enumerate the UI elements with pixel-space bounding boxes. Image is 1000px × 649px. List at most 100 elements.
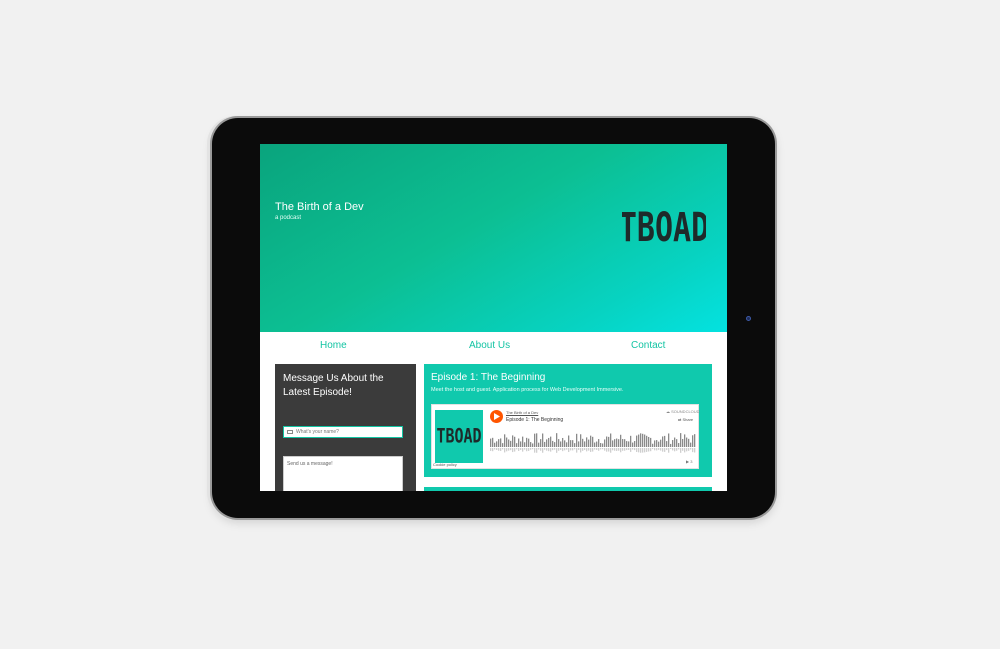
contact-form-panel: Message Us About the Latest Episode! Wha… (275, 364, 416, 491)
waveform-reflection (512, 448, 514, 453)
waveform-bar (526, 437, 528, 447)
waveform-bar (532, 443, 534, 447)
waveform-reflection (672, 448, 674, 451)
waveform-reflection (548, 448, 550, 452)
waveform-bar (560, 441, 562, 447)
cookie-policy-link[interactable]: Cookie policy (433, 462, 457, 467)
waveform-reflection (570, 448, 572, 451)
waveform-bar (558, 439, 560, 447)
waveform-bar (492, 437, 494, 447)
waveform-reflection (608, 448, 610, 452)
waveform-bar (588, 439, 590, 447)
waveform-reflection (580, 448, 582, 453)
waveform-bar (540, 439, 542, 447)
waveform-reflection (538, 448, 540, 450)
waveform-reflection (588, 448, 590, 451)
waveform-bar (564, 440, 566, 447)
waveform-reflection (634, 448, 636, 451)
waveform-bar (494, 442, 496, 447)
waveform-reflection (504, 448, 506, 453)
waveform-reflection (684, 448, 686, 453)
waveform-reflection (578, 448, 580, 450)
waveform-reflection (536, 448, 538, 453)
waveform-reflection (490, 448, 492, 451)
waveform-reflection (516, 448, 518, 450)
waveform-bar (626, 441, 628, 447)
play-icon (493, 413, 500, 420)
message-textarea[interactable]: Send us a message! (283, 456, 403, 491)
waveform-bar (586, 437, 588, 447)
waveform-bar (680, 433, 682, 447)
waveform-reflection (674, 448, 676, 452)
waveform-bar (666, 441, 668, 447)
waveform-reflection (646, 448, 648, 452)
waveform-reflection (670, 448, 672, 450)
waveform-bar (614, 439, 616, 447)
waveform-bar (490, 438, 492, 447)
waveform-reflection (576, 448, 578, 453)
waveform-bar (572, 440, 574, 447)
waveform-bar (646, 435, 648, 447)
waveform-bar (692, 435, 694, 447)
waveform-reflection (694, 448, 696, 453)
soundcloud-logo[interactable]: ☁ SOUNDCLOUD (666, 409, 700, 414)
nav-home[interactable]: Home (320, 340, 347, 351)
waveform-bar (556, 433, 558, 447)
waveform-reflection (542, 448, 544, 453)
player-artist-link[interactable]: The Birth of a Dev (506, 410, 538, 415)
waveform-reflection (592, 448, 594, 452)
waveform-reflection (690, 448, 692, 450)
name-input[interactable]: What's your name? (283, 426, 403, 438)
waveform-bar (522, 436, 524, 447)
waveform-reflection (640, 448, 642, 453)
waveform-bar (606, 436, 608, 447)
waveform-bar (636, 435, 638, 447)
waveform-bar (530, 442, 532, 447)
waveform-bar (552, 440, 554, 447)
waveform-bar (640, 433, 642, 447)
nav-contact[interactable]: Contact (631, 340, 665, 351)
share-button[interactable]: ⇄ Share (678, 417, 693, 422)
waveform-reflection (652, 448, 654, 450)
waveform-reflection (682, 448, 684, 451)
waveform-bar (600, 443, 602, 447)
waveform-reflection (602, 448, 604, 450)
waveform-reflection (590, 448, 592, 452)
waveform-reflection (532, 448, 534, 450)
player-track-title[interactable]: Episode 1: The Beginning (506, 417, 563, 423)
waveform-bar (536, 433, 538, 447)
tablet-screen: The Birth of a Dev a podcast TBOAD Home … (260, 144, 727, 491)
waveform-bar (584, 441, 586, 447)
waveform-bar (508, 439, 510, 447)
waveform-reflection (656, 448, 658, 451)
waveform-reflection (658, 448, 660, 450)
waveform-reflection (510, 448, 512, 451)
nav-about-us[interactable]: About Us (469, 340, 510, 351)
message-placeholder: Send us a message! (287, 461, 333, 467)
waveform-reflection (556, 448, 558, 453)
waveform-bar (630, 435, 632, 447)
waveform-bar (524, 442, 526, 447)
episode-title: Episode 1: The Beginning (431, 372, 546, 383)
main-nav: Home About Us Contact (260, 340, 727, 356)
waveform-bar (652, 443, 654, 447)
play-button[interactable] (490, 410, 503, 423)
waveform[interactable] (490, 431, 696, 455)
contact-form-title: Message Us About the Latest Episode! (283, 373, 384, 398)
waveform-reflection (572, 448, 574, 451)
waveform-reflection (560, 448, 562, 450)
waveform-bar (620, 434, 622, 447)
episode-artwork: TBOAD (435, 410, 483, 463)
waveform-reflection (574, 448, 576, 450)
waveform-reflection (502, 448, 504, 450)
waveform-reflection (552, 448, 554, 451)
waveform-reflection (660, 448, 662, 451)
waveform-reflection (612, 448, 614, 451)
waveform-reflection (632, 448, 634, 450)
waveform-reflection (554, 448, 556, 450)
waveform-bar (672, 440, 674, 447)
waveform-reflection (524, 448, 526, 450)
waveform-bar (498, 439, 500, 447)
waveform-reflection (508, 448, 510, 451)
waveform-reflection (492, 448, 494, 452)
